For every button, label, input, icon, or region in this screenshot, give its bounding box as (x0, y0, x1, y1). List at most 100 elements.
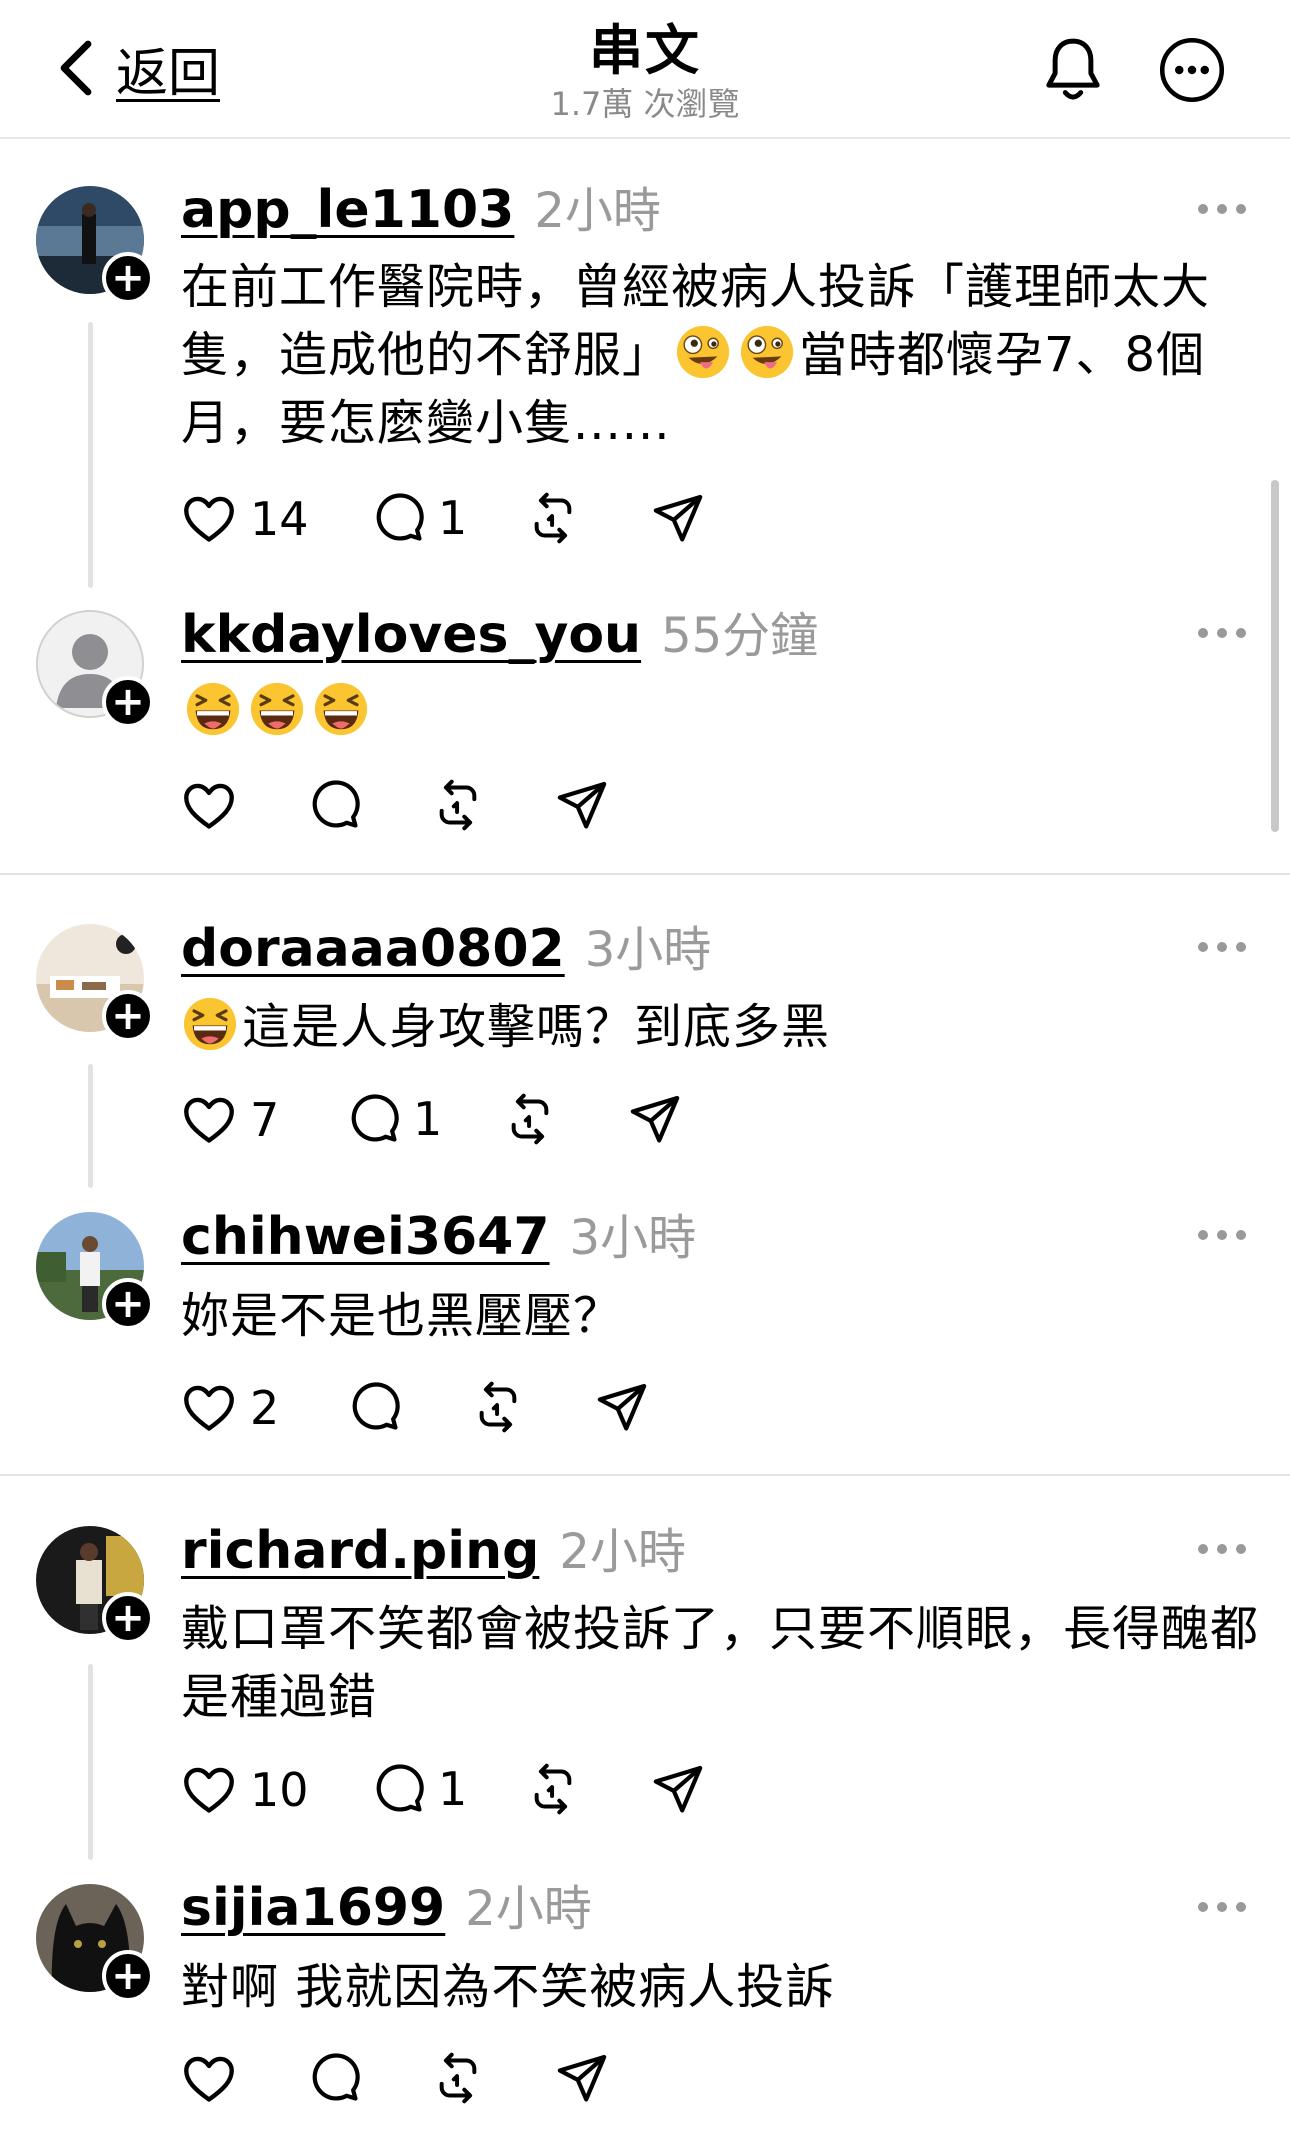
reply-count: 1 (438, 1762, 468, 1816)
follow-plus-icon[interactable]: + (102, 252, 154, 304)
heart-icon (180, 777, 238, 835)
post-text (181, 678, 1261, 746)
post-time: 2小時 (534, 183, 661, 239)
grinning-squinting-face-emoji (248, 680, 306, 738)
post-text-part: 對啊 我就因為不笑被病人投訴 (181, 1959, 835, 2015)
follow-plus-icon[interactable]: + (102, 1950, 154, 2002)
share-button[interactable] (627, 1091, 683, 1147)
zany-face-emoji (738, 323, 796, 381)
more-icon[interactable] (1198, 1230, 1246, 1244)
username-link[interactable]: richard.ping (181, 1521, 539, 1581)
reply-button[interactable]: 1 (345, 1091, 442, 1147)
scrollbar[interactable] (1271, 480, 1279, 832)
more-icon[interactable] (1198, 1902, 1246, 1916)
heart-icon (180, 1379, 238, 1437)
username-link[interactable]: app_le1103 (181, 180, 514, 240)
repost-button[interactable] (470, 1379, 526, 1435)
username[interactable]: kkdayloves_you 55分鐘 (181, 605, 818, 666)
thread-divider (0, 873, 1290, 875)
post-text: 戴口罩不笑都會被投訴了，只要不順眼，長得醜都是種過錯 (181, 1595, 1261, 1731)
post-text-part: 妳是不是也黑壓壓？ (181, 1288, 623, 1344)
post-time: 3小時 (569, 1210, 697, 1266)
share-button[interactable] (554, 777, 610, 833)
username-link[interactable]: sijia1699 (181, 1878, 445, 1938)
comment-icon (346, 1379, 402, 1435)
send-icon (650, 1761, 706, 1817)
reply-count: 1 (413, 1092, 443, 1146)
like-count: 10 (250, 1763, 309, 1817)
reply-button[interactable]: 1 (370, 1761, 467, 1817)
post-time: 55分鐘 (661, 608, 819, 664)
repost-button[interactable] (525, 490, 581, 546)
share-button[interactable] (650, 1761, 706, 1817)
thread-line (88, 1064, 93, 1188)
thread-divider (0, 1474, 1290, 1476)
repost-button[interactable] (502, 1091, 558, 1147)
username-link[interactable]: kkdayloves_you (181, 605, 641, 665)
reply-button[interactable] (306, 2050, 362, 2106)
post-text: 這是人身攻擊嗎？到底多黑 (181, 993, 1261, 1061)
more-icon[interactable] (1198, 1544, 1246, 1558)
repost-icon (470, 1379, 526, 1435)
heart-icon (180, 1761, 238, 1819)
post-time: 3小時 (584, 922, 712, 978)
username[interactable]: sijia1699 2小時 (181, 1878, 592, 1939)
heart-icon (180, 1091, 238, 1149)
more-circle-icon[interactable] (1158, 36, 1226, 104)
repost-button[interactable] (525, 1761, 581, 1817)
username[interactable]: richard.ping 2小時 (181, 1521, 686, 1582)
reply-button[interactable]: 1 (370, 490, 467, 546)
reply-button[interactable] (306, 777, 362, 833)
repost-icon (430, 2050, 486, 2106)
post-text-part: 這是人身攻擊嗎？到底多黑 (242, 999, 831, 1055)
reply-button[interactable] (346, 1379, 402, 1435)
follow-plus-icon[interactable]: + (102, 1592, 154, 1644)
post-text-part: 戴口罩不笑都會被投訴了，只要不順眼，長得醜都是種過錯 (181, 1601, 1260, 1725)
like-button[interactable] (180, 777, 238, 835)
share-button[interactable] (594, 1379, 650, 1435)
repost-icon (525, 1761, 581, 1817)
more-icon[interactable] (1198, 942, 1246, 956)
grinning-squinting-face-emoji (312, 680, 370, 738)
follow-plus-icon[interactable]: + (102, 1278, 154, 1330)
username[interactable]: doraaaa0802 3小時 (181, 919, 711, 980)
post-time: 2小時 (559, 1524, 686, 1580)
more-icon[interactable] (1198, 204, 1246, 218)
post-time: 2小時 (465, 1881, 592, 1937)
like-button[interactable]: 10 (180, 1761, 309, 1819)
share-button[interactable] (650, 490, 706, 546)
like-button[interactable] (180, 2050, 238, 2108)
grinning-squinting-face-emoji (181, 995, 239, 1053)
post-text: 在前工作醫院時，曾經被病人投訴「護理師太大隻，造成他的不舒服」 當時都懷孕7、8個… (181, 253, 1261, 457)
heart-icon (180, 490, 238, 548)
send-icon (554, 2050, 610, 2106)
like-button[interactable]: 14 (180, 490, 309, 548)
send-icon (627, 1091, 683, 1147)
username[interactable]: chihwei3647 3小時 (181, 1207, 696, 1268)
like-count: 2 (250, 1381, 280, 1435)
repost-icon (430, 777, 486, 833)
username-link[interactable]: chihwei3647 (181, 1207, 550, 1267)
repost-button[interactable] (430, 2050, 486, 2106)
like-count: 7 (250, 1093, 280, 1147)
post-text: 對啊 我就因為不笑被病人投訴 (181, 1953, 1261, 2021)
post-text: 妳是不是也黑壓壓？ (181, 1282, 1261, 1350)
comment-icon (345, 1091, 401, 1147)
like-button[interactable]: 2 (180, 1379, 279, 1437)
like-button[interactable]: 7 (180, 1091, 279, 1149)
share-button[interactable] (554, 2050, 610, 2106)
zany-face-emoji (674, 323, 732, 381)
repost-icon (502, 1091, 558, 1147)
follow-plus-icon[interactable]: + (102, 990, 154, 1042)
username-link[interactable]: doraaaa0802 (181, 919, 565, 979)
bell-icon[interactable] (1040, 34, 1106, 106)
follow-plus-icon[interactable]: + (102, 676, 154, 728)
repost-button[interactable] (430, 777, 486, 833)
like-count: 14 (250, 492, 309, 546)
thread-line (88, 322, 93, 588)
send-icon (554, 777, 610, 833)
top-bar: 返回 串文 1.7萬 次瀏覽 (0, 0, 1290, 139)
comment-icon (306, 777, 362, 833)
more-icon[interactable] (1198, 628, 1246, 642)
username[interactable]: app_le1103 2小時 (181, 180, 661, 241)
